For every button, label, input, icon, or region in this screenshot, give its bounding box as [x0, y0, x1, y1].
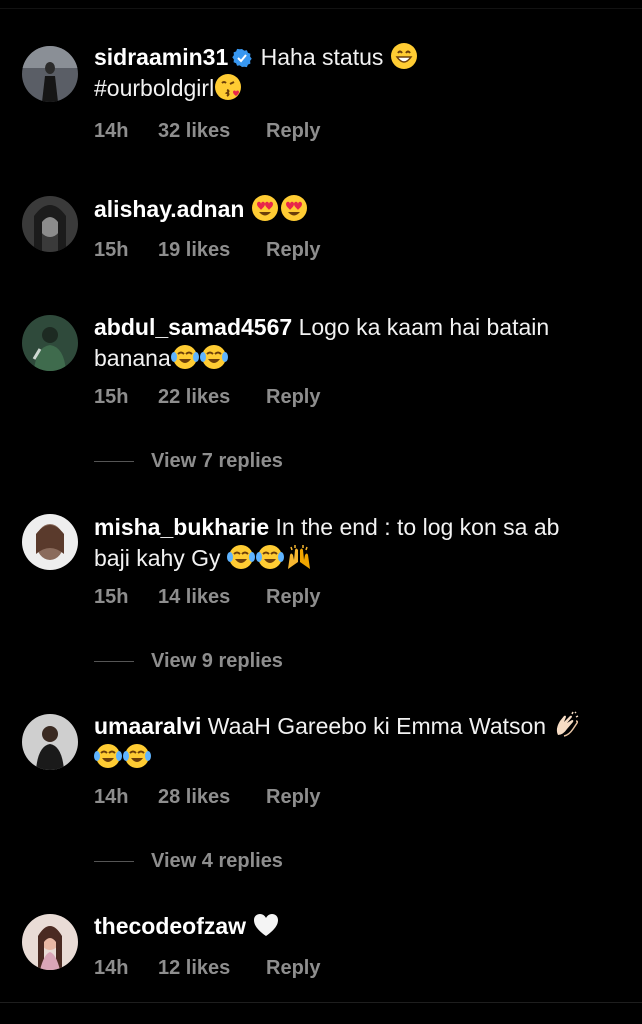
avatar[interactable] — [22, 196, 78, 252]
raised-hands-emoji — [285, 543, 313, 571]
reply-button[interactable]: Reply — [266, 957, 320, 980]
verified-badge-icon — [232, 48, 252, 68]
avatar[interactable] — [22, 514, 78, 570]
white-heart-emoji — [252, 911, 280, 939]
view-replies-label: View 4 replies — [151, 850, 283, 872]
comment-username[interactable]: sidraamin31 — [94, 44, 228, 70]
comment-likes[interactable]: 32 likes — [158, 120, 266, 143]
comment-text: Haha status — [260, 44, 384, 70]
comment-time: 14h — [94, 786, 129, 808]
comment-hashtag[interactable]: #ourboldgirl — [94, 75, 214, 101]
comment-time: 15h — [94, 239, 129, 261]
replies-divider-line — [94, 661, 134, 662]
comment-meta: 14h 12 likes Reply — [94, 957, 320, 980]
avatar[interactable] — [22, 714, 78, 770]
comment-likes[interactable]: 12 likes — [158, 957, 266, 980]
grinning-face-emoji — [390, 42, 418, 70]
bottom-divider — [0, 1002, 642, 1003]
reply-button[interactable]: Reply — [266, 239, 320, 262]
tears-of-joy-emoji — [227, 543, 255, 571]
view-replies-label: View 9 replies — [151, 650, 283, 672]
avatar[interactable] — [22, 315, 78, 371]
comment-time: 15h — [94, 586, 129, 608]
comment-text-cont: baji kahy Gy — [94, 545, 221, 571]
tears-of-joy-emoji — [200, 343, 228, 371]
heart-eyes-emoji — [280, 194, 308, 222]
replies-divider-line — [94, 861, 134, 862]
view-replies-label: View 7 replies — [151, 450, 283, 472]
reply-button[interactable]: Reply — [266, 120, 320, 143]
comment-time: 14h — [94, 957, 129, 979]
top-divider — [0, 0, 642, 9]
comment-username[interactable]: abdul_samad4567 — [94, 314, 292, 340]
heart-eyes-emoji — [251, 194, 279, 222]
comment-text: WaaH Gareebo ki Emma Watson — [207, 713, 547, 739]
comment-likes[interactable]: 22 likes — [158, 386, 266, 409]
comment-text-cont: banana — [94, 345, 171, 371]
comment-username[interactable]: umaaralvi — [94, 713, 201, 739]
tears-of-joy-emoji — [171, 343, 199, 371]
view-replies-button[interactable]: View 7 replies — [94, 450, 283, 473]
comment-username[interactable]: misha_bukharie — [94, 514, 269, 540]
comment-username[interactable]: thecodeofzaw — [94, 913, 246, 939]
replies-divider-line — [94, 461, 134, 462]
comment-likes[interactable]: 28 likes — [158, 786, 266, 809]
view-replies-button[interactable]: View 9 replies — [94, 650, 283, 673]
comment-username[interactable]: alishay.adnan — [94, 196, 244, 222]
tears-of-joy-emoji — [123, 742, 151, 770]
comment-meta: 15h 19 likes Reply — [94, 239, 320, 262]
comment-time: 15h — [94, 386, 129, 408]
comment-likes[interactable]: 14 likes — [158, 586, 266, 609]
reply-button[interactable]: Reply — [266, 586, 320, 609]
avatar[interactable] — [22, 46, 78, 102]
comment-meta: 14h 28 likes Reply — [94, 786, 320, 809]
reply-button[interactable]: Reply — [266, 386, 320, 409]
view-replies-button[interactable]: View 4 replies — [94, 850, 283, 873]
clapping-hands-emoji — [552, 711, 580, 739]
comment-meta: 14h 32 likes Reply — [94, 120, 320, 143]
comment-meta: 15h 14 likes Reply — [94, 586, 320, 609]
avatar[interactable] — [22, 914, 78, 970]
reply-button[interactable]: Reply — [266, 786, 320, 809]
tears-of-joy-emoji — [94, 742, 122, 770]
comment-text: In the end : to log kon sa ab — [275, 514, 560, 540]
comment-likes[interactable]: 19 likes — [158, 239, 266, 262]
comment-text: Logo ka kaam hai batain — [298, 314, 550, 340]
comment-meta: 15h 22 likes Reply — [94, 386, 320, 409]
face-blowing-kiss-emoji — [214, 73, 242, 101]
comment-time: 14h — [94, 120, 129, 142]
tears-of-joy-emoji — [256, 543, 284, 571]
